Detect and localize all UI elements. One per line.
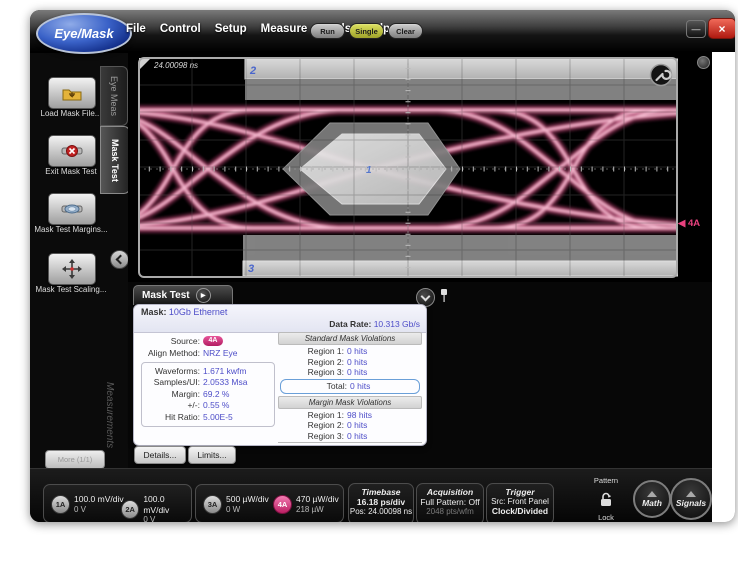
timebase-button[interactable]: Timebase 16.18 ps/div Pos: 24.00098 ns (348, 483, 414, 522)
exit-icon (61, 143, 83, 159)
source-channel-badge: 4A (203, 336, 223, 346)
acquisition-button[interactable]: Acquisition Full Pattern: Off 2048 pts/w… (416, 483, 484, 522)
channel-3a-button[interactable]: 3A 500 µW/div0 W (203, 494, 269, 515)
menu-setup[interactable]: Setup (215, 23, 247, 35)
eye-diagram: 2 3 1 24.00098 ns (138, 57, 678, 278)
optical-channels-box: 3A 500 µW/div0 W 4A 470 µW/div218 µW (195, 484, 344, 522)
folder-icon (61, 86, 83, 101)
trigger-button[interactable]: Trigger Src: Front Panel Clock/Divided (486, 483, 554, 522)
up-arrow-icon (686, 491, 696, 497)
math-button[interactable]: Math (633, 480, 671, 518)
timebase-position-readout: 24.00098 ns (153, 61, 198, 70)
signals-button[interactable]: Signals (670, 478, 712, 520)
channel-2a-badge: 2A (121, 500, 139, 519)
exit-mask-test-button[interactable] (48, 135, 96, 167)
violation-row: Region 3:0 hits (278, 367, 422, 378)
data-rate-row: Data Rate: 10.313 Gb/s (329, 319, 420, 329)
screen: Eye/Mask File Control Setup Measure Tool… (0, 0, 738, 580)
violation-row: Region 2:0 hits (278, 420, 422, 431)
channel-1a-button[interactable]: 1A 100.0 mV/div0 V (51, 494, 124, 515)
electrical-channels-box: 1A 100.0 mV/div0 V 2A 100.0 mV/div0 V (43, 484, 192, 522)
source-row: Source: 4A (134, 336, 223, 346)
mask-test-scaling-label: Mask Test Scaling... (30, 285, 112, 295)
app-window: Eye/Mask File Control Setup Measure Tool… (30, 10, 735, 522)
close-button[interactable]: × (708, 18, 735, 39)
up-arrow-icon (647, 491, 657, 497)
channel-2a-button[interactable]: 2A 100.0 mV/div0 V (121, 494, 191, 522)
start-mask-test-icon[interactable]: ▶ (196, 288, 211, 303)
margin-violations-header: Margin Mask Violations (278, 396, 422, 409)
mask-test-margins-label: Mask Test Margins... (30, 225, 112, 235)
mask-statistics-box: Waveforms:1.671 kwfm Samples/UI:2.0533 M… (141, 362, 275, 427)
mask-region-3-standard (243, 261, 678, 276)
channel-3a-badge: 3A (203, 495, 222, 514)
tab-eye-meas[interactable]: Eye Meas (100, 66, 128, 126)
standard-violations-header: Standard Mask Violations (278, 332, 422, 345)
mask-margin-icon (61, 201, 83, 217)
standard-total-row: Total:0 hits (280, 379, 420, 394)
panel-header: Mask: 10Gb Ethernet Data Rate: 10.313 Gb… (134, 305, 426, 333)
stat-row: Margin:69.2 % (142, 388, 274, 400)
collapse-sidebar-icon[interactable] (110, 250, 129, 269)
pin-icon[interactable] (440, 289, 448, 303)
menu-file[interactable]: File (126, 23, 146, 35)
measurements-dock: Mask Test ▶ Mask: 10Gb Ethernet Data Rat… (128, 282, 712, 468)
channel-4a-level-marker: ◀ 4A (678, 218, 700, 229)
details-button[interactable]: Details... (134, 446, 186, 464)
mask-region-3-label: 3 (248, 263, 254, 275)
minimize-button[interactable]: — (686, 20, 706, 38)
status-bar: 1A 100.0 mV/div0 V 2A 100.0 mV/div0 V 3A… (30, 468, 712, 522)
violations-column: Standard Mask Violations Region 1:0 hits… (278, 332, 422, 446)
run-button[interactable]: Run (310, 23, 345, 39)
display-corner-button[interactable] (697, 56, 710, 69)
channel-4a-badge: 4A (273, 495, 292, 514)
mask-test-scaling-button[interactable] (48, 253, 96, 285)
single-button[interactable]: Single (349, 23, 384, 39)
channel-1a-badge: 1A (51, 495, 70, 514)
mask-region-1-label: 1 (366, 165, 372, 176)
violation-row: Region 3:0 hits (278, 431, 422, 442)
limits-button[interactable]: Limits... (188, 446, 236, 464)
more-pages-button[interactable]: More (1/1) (45, 450, 105, 469)
tab-mask-test[interactable]: Mask Test (100, 126, 130, 194)
clear-button[interactable]: Clear (388, 23, 423, 39)
acquisition-buttons: Run Single Clear (310, 23, 423, 39)
menu-measure[interactable]: Measure (261, 23, 308, 35)
stat-row: Waveforms:1.671 kwfm (142, 365, 274, 377)
mask-name-row: Mask: 10Gb Ethernet (141, 307, 227, 317)
mask-region-2-label: 2 (249, 65, 256, 77)
margin-total-row: Total:98 hits (278, 442, 422, 446)
stat-row: Samples/UI:2.0533 Msa (142, 377, 274, 389)
eye-diagram-display: 2 3 1 24.00098 ns ◀ 4A (128, 52, 712, 282)
channel-4a-button[interactable]: 4A 470 µW/div218 µW (273, 494, 339, 515)
scaling-arrows-icon (62, 259, 82, 279)
align-method-row: Align Method: NRZ Eye (134, 348, 237, 358)
app-logo[interactable]: Eye/Mask (36, 13, 132, 54)
lock-open-icon (598, 492, 614, 507)
stat-row: Hit Ratio:5.00E-5 (142, 411, 274, 423)
violation-row: Region 1:0 hits (278, 346, 422, 357)
menu-control[interactable]: Control (160, 23, 201, 35)
display-tools-icon[interactable] (651, 65, 672, 86)
pattern-lock-button[interactable]: Pattern Lock (588, 473, 624, 522)
mask-test-panel: Mask: 10Gb Ethernet Data Rate: 10.313 Gb… (133, 304, 427, 446)
violation-row: Region 2:0 hits (278, 357, 422, 368)
mask-region-3-margin (243, 235, 678, 261)
stat-row: +/-:0.55 % (142, 400, 274, 412)
mask-test-margins-button[interactable] (48, 193, 96, 225)
mask-test-results-tab[interactable]: Mask Test ▶ (133, 285, 233, 305)
violation-row: Region 1:98 hits (278, 410, 422, 421)
load-mask-file-button[interactable] (48, 77, 96, 109)
window-right-margin (712, 52, 735, 522)
